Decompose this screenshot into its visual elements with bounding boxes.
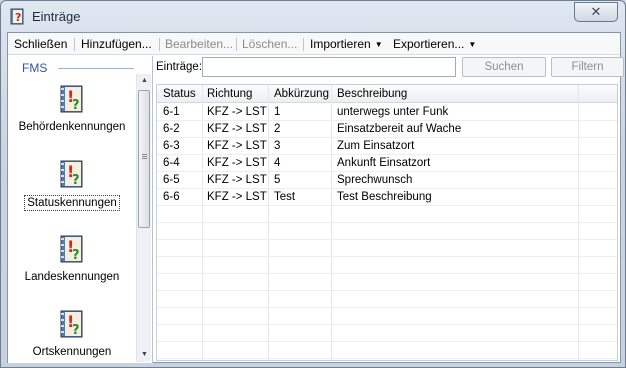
cell-beschreibung: unterwegs unter Funk xyxy=(337,106,449,118)
row-gridline xyxy=(157,307,617,308)
chevron-down-icon: ▼ xyxy=(374,40,383,49)
menu-separator xyxy=(303,38,304,51)
filter-input[interactable] xyxy=(202,57,456,77)
cell-status: 6-5 xyxy=(163,174,180,186)
window-title: Einträge xyxy=(32,9,81,24)
book-question-icon: ! ? xyxy=(60,310,83,338)
row-gridline xyxy=(157,222,617,223)
cell-abkuerzung: 4 xyxy=(274,157,281,169)
table-row[interactable]: 6-1 KFZ -> LST 1 unterwegs unter Funk xyxy=(157,104,617,121)
book-question-icon: ? xyxy=(10,8,24,25)
app-window: ? Einträge ✕ Schließen Hinzufügen... Bea… xyxy=(0,0,626,368)
cell-beschreibung: Sprechwunsch xyxy=(337,174,413,186)
table-row[interactable]: 6-3 KFZ -> LST 3 Zum Einsatzort xyxy=(157,138,617,155)
divider xyxy=(58,68,134,69)
sidebar-item-label: Landeskennungen xyxy=(24,271,120,283)
column-header-beschreibung[interactable]: Beschreibung xyxy=(337,88,407,100)
cell-status: 6-1 xyxy=(163,106,180,118)
svg-text:?: ? xyxy=(15,11,21,24)
search-button[interactable]: Suchen xyxy=(462,57,546,77)
cell-abkuerzung: 5 xyxy=(274,174,281,186)
row-gridline xyxy=(157,324,617,325)
cell-status: 6-6 xyxy=(163,191,180,203)
sidebar-item-label: Ortskennungen xyxy=(32,346,112,358)
table-row[interactable]: 6-4 KFZ -> LST 4 Ankunft Einsatzort xyxy=(157,155,617,172)
filter-bar: Einträge: Suchen Filtern xyxy=(154,56,624,80)
menu-separator xyxy=(74,38,75,51)
menu-separator xyxy=(159,38,160,51)
column-header-abkuerzung[interactable]: Abkürzung xyxy=(274,88,329,100)
row-gridline xyxy=(157,256,617,257)
table-row[interactable]: 6-2 KFZ -> LST 2 Einsatzbereit auf Wache xyxy=(157,121,617,138)
menu-add[interactable]: Hinzufügen... xyxy=(81,37,152,51)
entries-table: Status Richtung Abkürzung Beschreibung 6… xyxy=(156,84,618,361)
cell-abkuerzung: 2 xyxy=(274,123,281,135)
cell-richtung: KFZ -> LST xyxy=(207,191,267,203)
sidebar-header: FMS xyxy=(22,61,48,75)
row-gridline xyxy=(157,290,617,291)
cell-abkuerzung: Test xyxy=(274,191,296,203)
column-header-status[interactable]: Status xyxy=(163,88,196,100)
menu-close[interactable]: Schließen xyxy=(14,37,67,51)
menu-delete[interactable]: Löschen... xyxy=(242,37,297,51)
column-header-richtung[interactable]: Richtung xyxy=(207,88,252,100)
cell-richtung: KFZ -> LST xyxy=(207,140,267,152)
sidebar-item-behoerdenkennungen[interactable]: ! ? Behördenkennungen xyxy=(8,84,136,134)
title-bar: ? Einträge ✕ xyxy=(1,1,625,33)
table-header: Status Richtung Abkürzung Beschreibung xyxy=(157,85,617,103)
sidebar-item-label: Behördenkennungen xyxy=(18,121,126,133)
cell-richtung: KFZ -> LST xyxy=(207,106,267,118)
sidebar-scrollbar[interactable]: ▲ ▼ xyxy=(136,74,151,362)
cell-status: 6-2 xyxy=(163,123,180,135)
cell-beschreibung: Test Beschreibung xyxy=(337,191,432,203)
filter-label: Einträge: xyxy=(156,61,203,73)
scroll-down-icon[interactable]: ▼ xyxy=(137,348,152,362)
scroll-thumb[interactable] xyxy=(138,90,150,228)
cell-beschreibung: Ankunft Einsatzort xyxy=(337,157,431,169)
sidebar-item-label: Statuskennungen xyxy=(24,195,120,211)
scroll-up-icon[interactable]: ▲ xyxy=(137,74,152,88)
menu-bar: Schließen Hinzufügen... Bearbeiten... Lö… xyxy=(8,33,620,55)
menu-export[interactable]: Exportieren... ▼ xyxy=(393,37,476,51)
svg-text:?: ? xyxy=(72,98,80,113)
svg-text:?: ? xyxy=(72,173,80,188)
menu-edit[interactable]: Bearbeiten... xyxy=(165,37,233,51)
sidebar: FMS ! ? Behördenkennungen ! ? Statuskenn… xyxy=(8,56,152,363)
cell-abkuerzung: 3 xyxy=(274,140,281,152)
client-area: Schließen Hinzufügen... Bearbeiten... Lö… xyxy=(7,32,624,363)
cell-richtung: KFZ -> LST xyxy=(207,157,267,169)
filter-button[interactable]: Filtern xyxy=(551,57,624,77)
cell-abkuerzung: 1 xyxy=(274,106,281,118)
menu-separator xyxy=(236,38,237,51)
cell-status: 6-3 xyxy=(163,140,180,152)
row-gridline xyxy=(157,358,617,359)
row-gridline xyxy=(157,239,617,240)
cell-beschreibung: Einsatzbereit auf Wache xyxy=(337,123,462,135)
grip-icon xyxy=(142,154,147,155)
close-button[interactable]: ✕ xyxy=(574,2,618,22)
svg-text:?: ? xyxy=(72,248,80,263)
cell-status: 6-4 xyxy=(163,157,180,169)
row-gridline xyxy=(157,273,617,274)
cell-beschreibung: Zum Einsatzort xyxy=(337,140,415,152)
cell-richtung: KFZ -> LST xyxy=(207,123,267,135)
cell-richtung: KFZ -> LST xyxy=(207,174,267,186)
menu-import[interactable]: Importieren ▼ xyxy=(310,37,383,51)
panel-splitter[interactable] xyxy=(152,56,153,363)
table-row[interactable]: 6-6 KFZ -> LST Test Test Beschreibung xyxy=(157,189,617,206)
svg-text:?: ? xyxy=(72,323,80,338)
book-question-icon: ! ? xyxy=(60,160,83,188)
sidebar-item-landeskennungen[interactable]: ! ? Landeskennungen xyxy=(8,234,136,284)
chevron-down-icon: ▼ xyxy=(468,40,477,49)
book-question-icon: ! ? xyxy=(60,235,83,263)
sidebar-item-ortskennungen[interactable]: ! ? Ortskennungen xyxy=(8,309,136,359)
row-gridline xyxy=(157,341,617,342)
table-row[interactable]: 6-5 KFZ -> LST 5 Sprechwunsch xyxy=(157,172,617,189)
book-question-icon: ! ? xyxy=(60,85,83,113)
sidebar-item-statuskennungen[interactable]: ! ? Statuskennungen xyxy=(8,159,136,211)
